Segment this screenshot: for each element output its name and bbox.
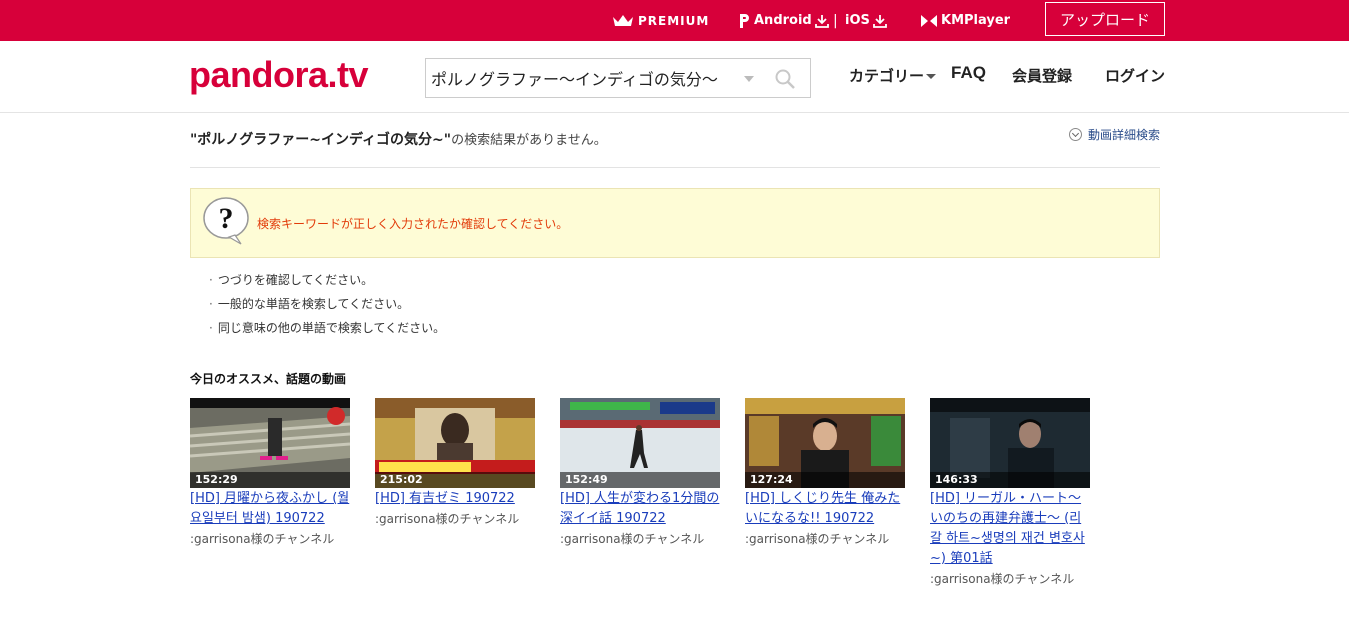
download-icon [814,14,829,28]
kmplayer-link[interactable]: KMPlayer [920,0,1010,41]
svg-text:?: ? [219,202,234,235]
tip-item: 一般的な単語を検索してください。 [209,294,445,318]
premium-label: PREMIUM [638,13,710,28]
video-thumbnail[interactable]: 152:29 [190,398,350,488]
video-thumbnail[interactable]: 215:02 [375,398,535,488]
video-card: 146:33 [HD] リーガル・ハート～いのちの再建弁護士～ (리갈 하트~생… [930,398,1090,589]
tip-item: つづりを確認してください。 [209,270,445,294]
logo[interactable]: pandora.tv [189,55,369,95]
top-bar: PREMIUM Android | iOS KMPlayer アップロード [0,0,1349,41]
result-message: "ポルノグラファー~インディゴの気分~"の検索結果がありません。 [190,129,607,149]
kmplayer-icon [921,14,937,27]
android-link[interactable]: Android [738,0,829,41]
search-icon[interactable] [774,68,796,90]
nav-category[interactable]: カテゴリー [849,65,937,86]
android-label: Android [754,13,812,28]
nav-register[interactable]: 会員登録 [1012,65,1072,86]
kmplayer-label: KMPlayer [941,13,1011,28]
search-dropdown-icon[interactable] [744,76,754,82]
download-icon [872,14,887,28]
video-channel[interactable]: :garrisona様のチャンネル [190,529,350,549]
video-title-link[interactable]: [HD] 月曜から夜ふかし (월요일부터 밤샘) 190722 [190,489,350,529]
chevron-down-circle-icon [1069,128,1082,141]
video-card: 152:29 [HD] 月曜から夜ふかし (월요일부터 밤샘) 190722 :… [190,398,350,549]
video-channel[interactable]: :garrisona様のチャンネル [560,529,720,549]
video-thumbnail[interactable]: 146:33 [930,398,1090,488]
video-channel[interactable]: :garrisona様のチャンネル [745,529,905,549]
nav-category-label: カテゴリー [849,67,925,85]
upload-button[interactable]: アップロード [1045,2,1165,36]
video-thumbnail[interactable]: 152:49 [560,398,720,488]
tip-item: 同じ意味の他の単語で検索してください。 [209,318,445,342]
header: pandora.tv カテゴリー FAQ 会員登録 ログイン [0,41,1349,113]
video-thumbnail[interactable]: 127:24 [745,398,905,488]
notice-message: 検索キーワードが正しく入力されたか確認してください。 [257,217,569,231]
video-duration: 152:49 [560,472,720,488]
recommend-title: 今日のオススメ、話題の動画 [190,372,347,386]
video-card: 127:24 [HD] しくじり先生 俺みたいになるな!! 190722 :ga… [745,398,905,549]
video-duration: 127:24 [745,472,905,488]
video-channel[interactable]: :garrisona様のチャンネル [930,569,1090,589]
pandora-p-icon [740,13,749,28]
ios-label: iOS [845,13,870,28]
notice-box: ? 検索キーワードが正しく入力されたか確認してください。 [190,188,1160,258]
premium-link[interactable]: PREMIUM [612,0,709,41]
tips-list: つづりを確認してください。 一般的な単語を検索してください。 同じ意味の他の単語… [209,270,445,342]
video-title-link[interactable]: [HD] 人生が変わる1分間の深イイ話 190722 [560,489,720,529]
divider [190,167,1160,168]
result-query: "ポルノグラファー~インディゴの気分~" [190,132,452,148]
video-title-link[interactable]: [HD] リーガル・ハート～いのちの再建弁護士～ (리갈 하트~생명의 재건 변… [930,489,1090,569]
search-input[interactable] [426,59,731,97]
ios-link[interactable]: iOS [845,0,887,41]
video-title-link[interactable]: [HD] しくじり先生 俺みたいになるな!! 190722 [745,489,905,529]
video-title-link[interactable]: [HD] 有吉ゼミ 190722 [375,489,535,509]
search-box [425,58,811,98]
nav-faq[interactable]: FAQ [951,63,986,83]
video-duration: 215:02 [375,472,535,488]
question-bubble-icon: ? [203,197,249,245]
caret-down-icon [926,74,937,79]
advanced-search-link[interactable]: 動画詳細検索 [1069,126,1160,143]
video-duration: 146:33 [930,472,1090,488]
advanced-search-label: 動画詳細検索 [1088,128,1161,142]
result-suffix: の検索結果がありません。 [451,133,607,148]
separator: | [833,12,838,29]
video-channel[interactable]: :garrisona様のチャンネル [375,509,535,529]
video-duration: 152:29 [190,472,350,488]
video-card: 215:02 [HD] 有吉ゼミ 190722 :garrisona様のチャンネ… [375,398,535,529]
crown-icon [613,14,633,26]
nav-login[interactable]: ログイン [1105,65,1165,86]
video-card: 152:49 [HD] 人生が変わる1分間の深イイ話 190722 :garri… [560,398,720,549]
